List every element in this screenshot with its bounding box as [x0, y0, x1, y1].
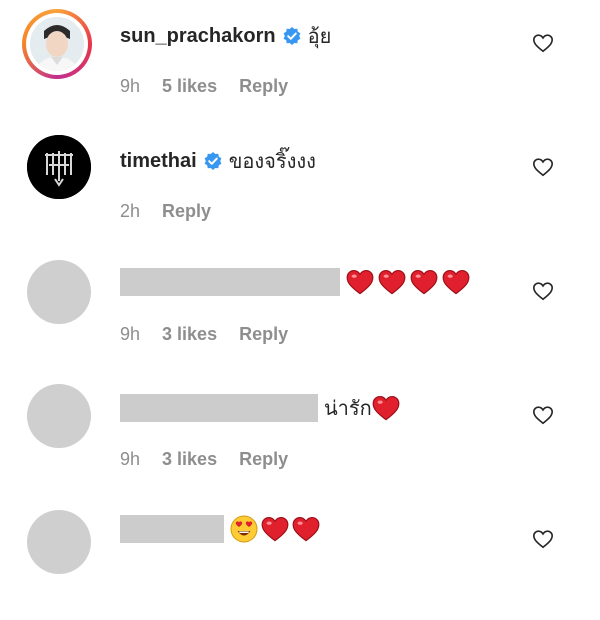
comment-time[interactable]: 9h: [120, 76, 140, 97]
comment-username[interactable]: timethai: [120, 150, 197, 173]
comment-time[interactable]: 9h: [120, 324, 140, 345]
red-heart-emoji: [372, 395, 400, 421]
reply-button[interactable]: Reply: [239, 449, 288, 470]
avatar[interactable]: [27, 510, 91, 574]
emoji-group: [230, 515, 320, 543]
red-heart-emoji: [346, 269, 374, 295]
avatar[interactable]: [22, 9, 92, 79]
red-heart-emoji: [292, 516, 320, 542]
comment-item: [0, 500, 600, 620]
comment-text: ของจริ๊งงง: [228, 151, 316, 173]
comment-likes[interactable]: 5 likes: [162, 76, 217, 97]
verified-badge-icon: [204, 152, 222, 170]
red-heart-emoji: [442, 269, 470, 295]
avatar[interactable]: [27, 384, 91, 448]
red-heart-emoji: [410, 269, 438, 295]
like-heart-outline-icon[interactable]: [532, 32, 554, 54]
reply-button[interactable]: Reply: [162, 201, 211, 222]
redacted-username: [120, 515, 224, 543]
red-heart-emoji: [261, 516, 289, 542]
heart-eyes-emoji: [230, 515, 258, 543]
heart-emoji-group: [346, 269, 470, 295]
like-heart-outline-icon[interactable]: [532, 156, 554, 178]
like-heart-outline-icon[interactable]: [532, 404, 554, 426]
comment-item: sun_prachakorn อุ้ย 9h 5 likes Reply: [0, 0, 600, 120]
avatar[interactable]: [27, 135, 91, 199]
reply-button[interactable]: Reply: [239, 324, 288, 345]
comment-text: น่ารัก: [324, 398, 372, 420]
redacted-username: [120, 268, 340, 296]
comment-item: timethai ของจริ๊งงง 2h Reply: [0, 125, 600, 245]
like-heart-outline-icon[interactable]: [532, 528, 554, 550]
avatar[interactable]: [27, 260, 91, 324]
comment-time[interactable]: 9h: [120, 449, 140, 470]
like-heart-outline-icon[interactable]: [532, 280, 554, 302]
redacted-username: [120, 394, 318, 422]
verified-badge-icon: [283, 27, 301, 45]
comment-item: 9h 3 likes Reply: [0, 250, 600, 370]
comment-likes[interactable]: 3 likes: [162, 449, 217, 470]
comment-text: อุ้ย: [307, 26, 332, 48]
comment-likes[interactable]: 3 likes: [162, 324, 217, 345]
comment-time[interactable]: 2h: [120, 201, 140, 222]
reply-button[interactable]: Reply: [239, 76, 288, 97]
comment-username[interactable]: sun_prachakorn: [120, 25, 276, 48]
red-heart-emoji: [378, 269, 406, 295]
comment-item: น่ารัก 9h 3 likes Reply: [0, 375, 600, 495]
